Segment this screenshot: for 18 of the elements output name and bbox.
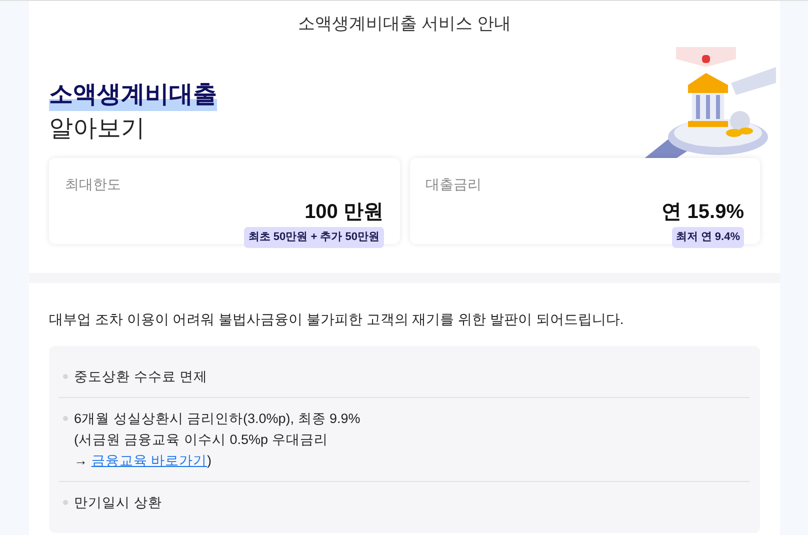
feature-text: 만기일시 상환 bbox=[74, 494, 162, 512]
card-badge: 최초 50만원 + 추가 50만원 bbox=[244, 227, 384, 248]
card-label: 최대한도 bbox=[65, 175, 122, 194]
card-label: 대출금리 bbox=[426, 175, 482, 194]
bullet-icon bbox=[63, 374, 68, 379]
feature-text: 6개월 성실상환시 금리인하(3.0%p), 최종 9.9% bbox=[74, 410, 360, 428]
bullet-icon bbox=[63, 500, 68, 505]
bullet-icon bbox=[63, 416, 68, 421]
hero-title: 알아보기 bbox=[49, 114, 146, 144]
education-link[interactable]: 금융교육 바로가기 bbox=[91, 453, 208, 468]
card-value: 100 만원 bbox=[304, 200, 384, 225]
intro-text: 대부업 조차 이용이 어려워 불법사금융이 불가피한 고객의 재기를 위한 발판이 되어드립니다. bbox=[49, 310, 625, 329]
card-badge: 최저 연 9.4% bbox=[672, 227, 744, 248]
feature-text: 중도상환 수수료 면제 bbox=[74, 368, 208, 386]
feature-text: (서금원 금융교육 이수시 0.5%p 우대금리 bbox=[74, 431, 329, 449]
feature-text: → 금융교육 바로가기) bbox=[74, 452, 213, 470]
page-title: 소액생계비대출 서비스 안내 bbox=[298, 13, 512, 36]
card-value: 연 15.9% bbox=[662, 200, 744, 225]
